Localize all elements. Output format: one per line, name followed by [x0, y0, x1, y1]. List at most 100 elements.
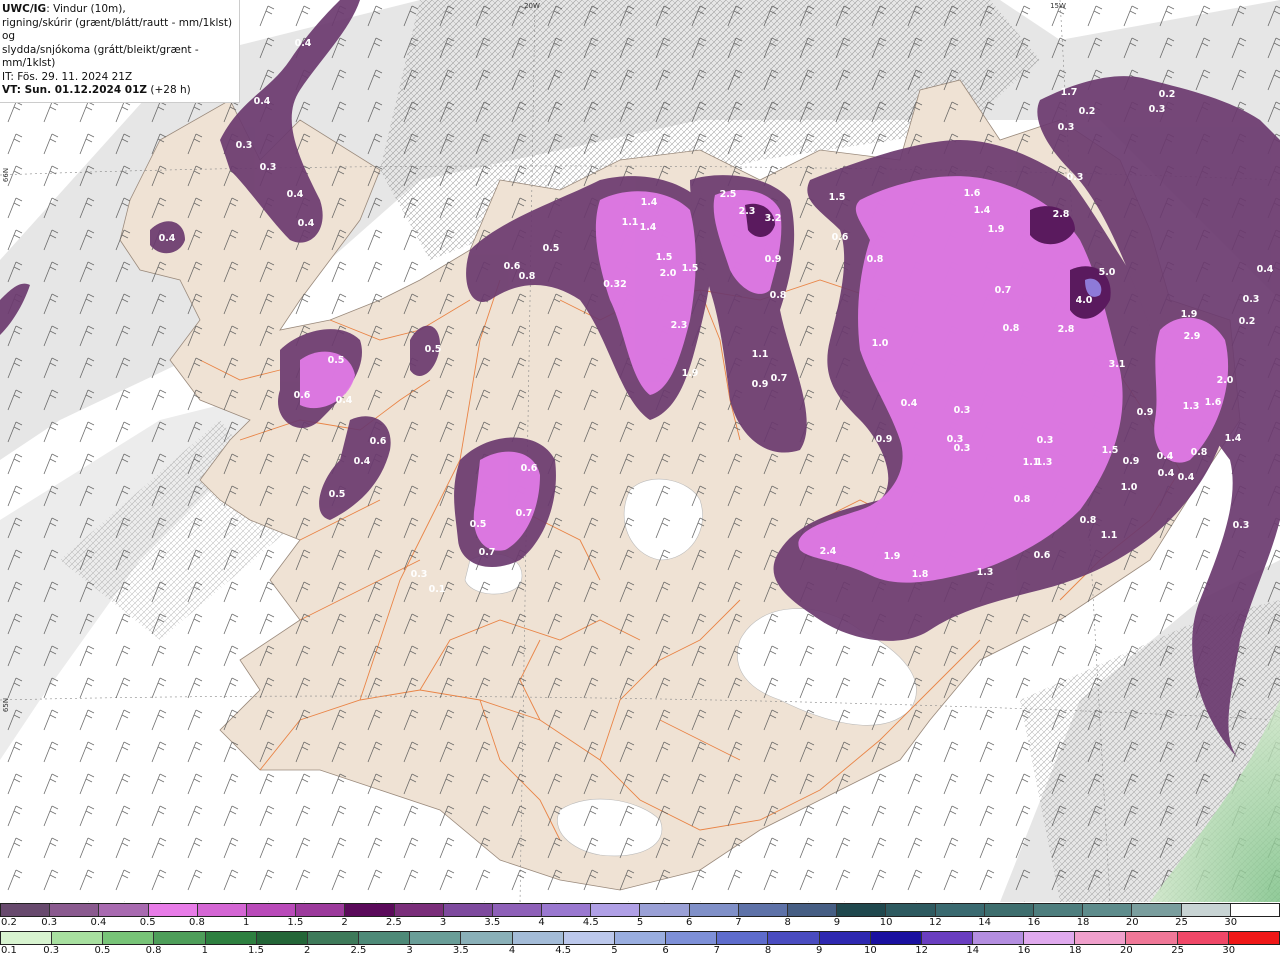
precip-value-label: 0.4 — [354, 456, 371, 467]
precip-value-label: 0.5 — [328, 355, 345, 366]
scale-swatch — [461, 932, 513, 944]
scale-swatch — [870, 932, 922, 944]
scale-swatch — [492, 904, 543, 916]
scale-label: 1.5 — [287, 917, 304, 928]
snow-color-bar — [0, 903, 1280, 917]
rain-color-bar — [0, 931, 1280, 945]
precip-value-label: 1.1 — [752, 349, 769, 360]
precip-value-label: 2.5 — [720, 189, 737, 200]
scale-label: 3 — [406, 945, 413, 956]
graticule-label-20w: 20W — [524, 2, 540, 10]
rain-scale-labels: 0.1 0.3 0.5 0.8 1 1.5 2 2.5 3 3.5 4 4.5 5 6 7 8 9 10 12 14 1… — [0, 945, 1280, 958]
precip-value-label: 0.3 — [1037, 435, 1054, 446]
precip-value-label: 1.9 — [1181, 309, 1198, 320]
weather-map[interactable]: 0.40.40.30.30.40.40.40.50.60.80.50.6 0.40… — [0, 0, 1280, 902]
scale-swatch — [768, 932, 820, 944]
scale-swatch — [1228, 932, 1279, 944]
scale-swatch — [307, 932, 360, 944]
precip-value-label: 0.7 — [516, 508, 533, 519]
precip-value-label: 0.8 — [1191, 447, 1208, 458]
precip-value-label: 1.7 — [1061, 87, 1078, 98]
scale-swatch — [1, 904, 51, 916]
scale-swatch — [197, 904, 247, 916]
precip-value-label: 1.4 — [641, 197, 658, 208]
scale-swatch — [205, 932, 257, 944]
scale-label: 4 — [538, 917, 545, 928]
precip-value-label: 0.5 — [543, 243, 560, 254]
precip-value-label: 0.9 — [752, 379, 769, 390]
precip-value-label: 0.4 — [254, 96, 271, 107]
precip-value-label: 1.9 — [988, 224, 1005, 235]
precip-value-label: 4.0 — [1076, 295, 1093, 306]
precip-value-label: 0.8 — [1014, 494, 1031, 505]
scale-swatch — [1024, 932, 1076, 944]
scale-swatch — [1033, 904, 1084, 916]
scale-label: 2.5 — [350, 945, 367, 956]
scale-label: 14 — [966, 945, 980, 956]
scale-label: 0.5 — [139, 917, 156, 928]
precip-value-label: 0.6 — [370, 436, 387, 447]
scale-swatch — [819, 932, 871, 944]
scale-label: 0.2 — [1, 917, 17, 928]
precip-value-label: 0.1 — [429, 584, 446, 595]
precip-value-label: 0.5 — [329, 489, 346, 500]
scale-label: 12 — [915, 945, 928, 956]
scale-label: 7 — [713, 945, 720, 956]
precip-value-label: 0.3 — [1067, 172, 1084, 183]
precip-value-label: 2.4 — [820, 546, 837, 557]
precip-value-label: 5.0 — [1099, 267, 1116, 278]
map-subtitle-snow: slydda/snjókoma (grátt/bleikt/grænt - mm… — [2, 43, 199, 70]
scale-label: 6 — [686, 917, 693, 928]
scale-swatch — [410, 932, 462, 944]
scale-swatch — [640, 904, 690, 916]
scale-label: 25 — [1171, 945, 1184, 956]
scale-swatch — [345, 904, 395, 916]
precip-value-label: 0.2 — [1239, 316, 1256, 327]
scale-label: 14 — [978, 917, 991, 928]
scale-swatch — [103, 932, 155, 944]
precip-value-label: 1.4 — [640, 222, 657, 233]
precip-value-label: 0.3 — [954, 443, 971, 454]
scale-label: 0.3 — [43, 945, 60, 956]
scale-label: 3.5 — [452, 945, 469, 956]
precip-value-label: 0.4 — [159, 233, 176, 244]
scale-label: 3.5 — [484, 917, 501, 928]
precip-value-label: 2.0 — [660, 268, 677, 279]
precip-value-label: 2.3 — [739, 206, 756, 217]
scale-label: 16 — [1017, 945, 1031, 956]
precip-value-label: 0.8 — [770, 290, 787, 301]
scale-swatch — [154, 932, 206, 944]
scale-label: 2 — [304, 945, 311, 956]
scale-label: 25 — [1175, 917, 1188, 928]
scale-label: 0.1 — [1, 945, 17, 956]
scale-label: 0.5 — [94, 945, 111, 956]
scale-swatch — [921, 932, 973, 944]
precip-value-label: 0.3 — [1058, 122, 1075, 133]
scale-swatch — [591, 904, 641, 916]
precip-value-label: 0.6 — [1034, 550, 1051, 561]
scale-swatch — [984, 904, 1034, 916]
precip-value-label: 0.3 — [260, 162, 277, 173]
precip-value-label: 0.4 — [336, 395, 353, 406]
scale-swatch — [359, 932, 411, 944]
scale-swatch — [563, 932, 615, 944]
scale-label: 9 — [816, 945, 823, 956]
scale-swatch — [50, 904, 100, 916]
scale-label: 1.5 — [248, 945, 264, 956]
precip-value-label: 3.2 — [765, 213, 782, 224]
scale-swatch — [1126, 932, 1178, 944]
precip-value-label: 1.1 — [1101, 530, 1118, 541]
precip-value-label: 1.9 — [682, 368, 699, 379]
precip-value-label: 1.1 — [622, 217, 639, 228]
scale-label: 18 — [1076, 917, 1090, 928]
scale-swatch — [788, 904, 838, 916]
precip-value-label: 1.3 — [1183, 401, 1200, 412]
precip-value-label: 1.4 — [1225, 433, 1242, 444]
scale-swatch — [1, 932, 53, 944]
scale-swatch — [1181, 904, 1231, 916]
precip-value-label: 2.0 — [1217, 375, 1234, 386]
precip-value-label: 1.6 — [1205, 397, 1222, 408]
precip-value-label: 3.1 — [1109, 359, 1126, 370]
scale-swatch — [394, 904, 444, 916]
scale-swatch — [296, 904, 346, 916]
